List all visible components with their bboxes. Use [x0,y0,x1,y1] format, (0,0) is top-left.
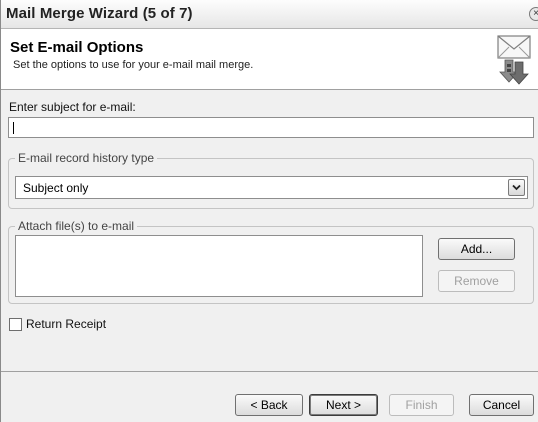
page-title: Set E-mail Options [10,39,144,56]
page-subtitle: Set the options to use for your e-mail m… [13,59,254,71]
title-bar[interactable]: Mail Merge Wizard (5 of 7) × [1,0,538,29]
close-icon[interactable]: × [529,7,538,21]
wizard-header: Set E-mail Options Set the options to us… [1,29,538,90]
return-receipt-checkbox[interactable] [9,318,22,331]
attach-group-label: Attach file(s) to e-mail [15,219,138,233]
subject-input[interactable] [8,117,534,138]
footer-divider [1,371,538,372]
subject-label: Enter subject for e-mail: [9,100,136,114]
history-group-label: E-mail record history type [15,151,158,165]
window-title: Mail Merge Wizard (5 of 7) [6,5,193,22]
history-type-value: Subject only [23,181,89,195]
back-button[interactable]: < Back [235,394,303,416]
remove-attachment-button[interactable]: Remove [438,270,515,292]
chevron-down-icon[interactable] [508,179,525,196]
attachments-list[interactable] [15,235,423,297]
add-attachment-button[interactable]: Add... [438,238,515,260]
return-receipt-label: Return Receipt [26,317,107,331]
finish-button[interactable]: Finish [389,394,454,416]
envelope-with-arrow-icon [497,35,531,85]
text-caret [13,122,14,134]
next-button[interactable]: Next > [309,394,378,416]
history-type-select[interactable]: Subject only [15,176,528,199]
mail-merge-wizard-window: Mail Merge Wizard (5 of 7) × Set E-mail … [0,0,538,422]
cancel-button[interactable]: Cancel [469,394,534,416]
